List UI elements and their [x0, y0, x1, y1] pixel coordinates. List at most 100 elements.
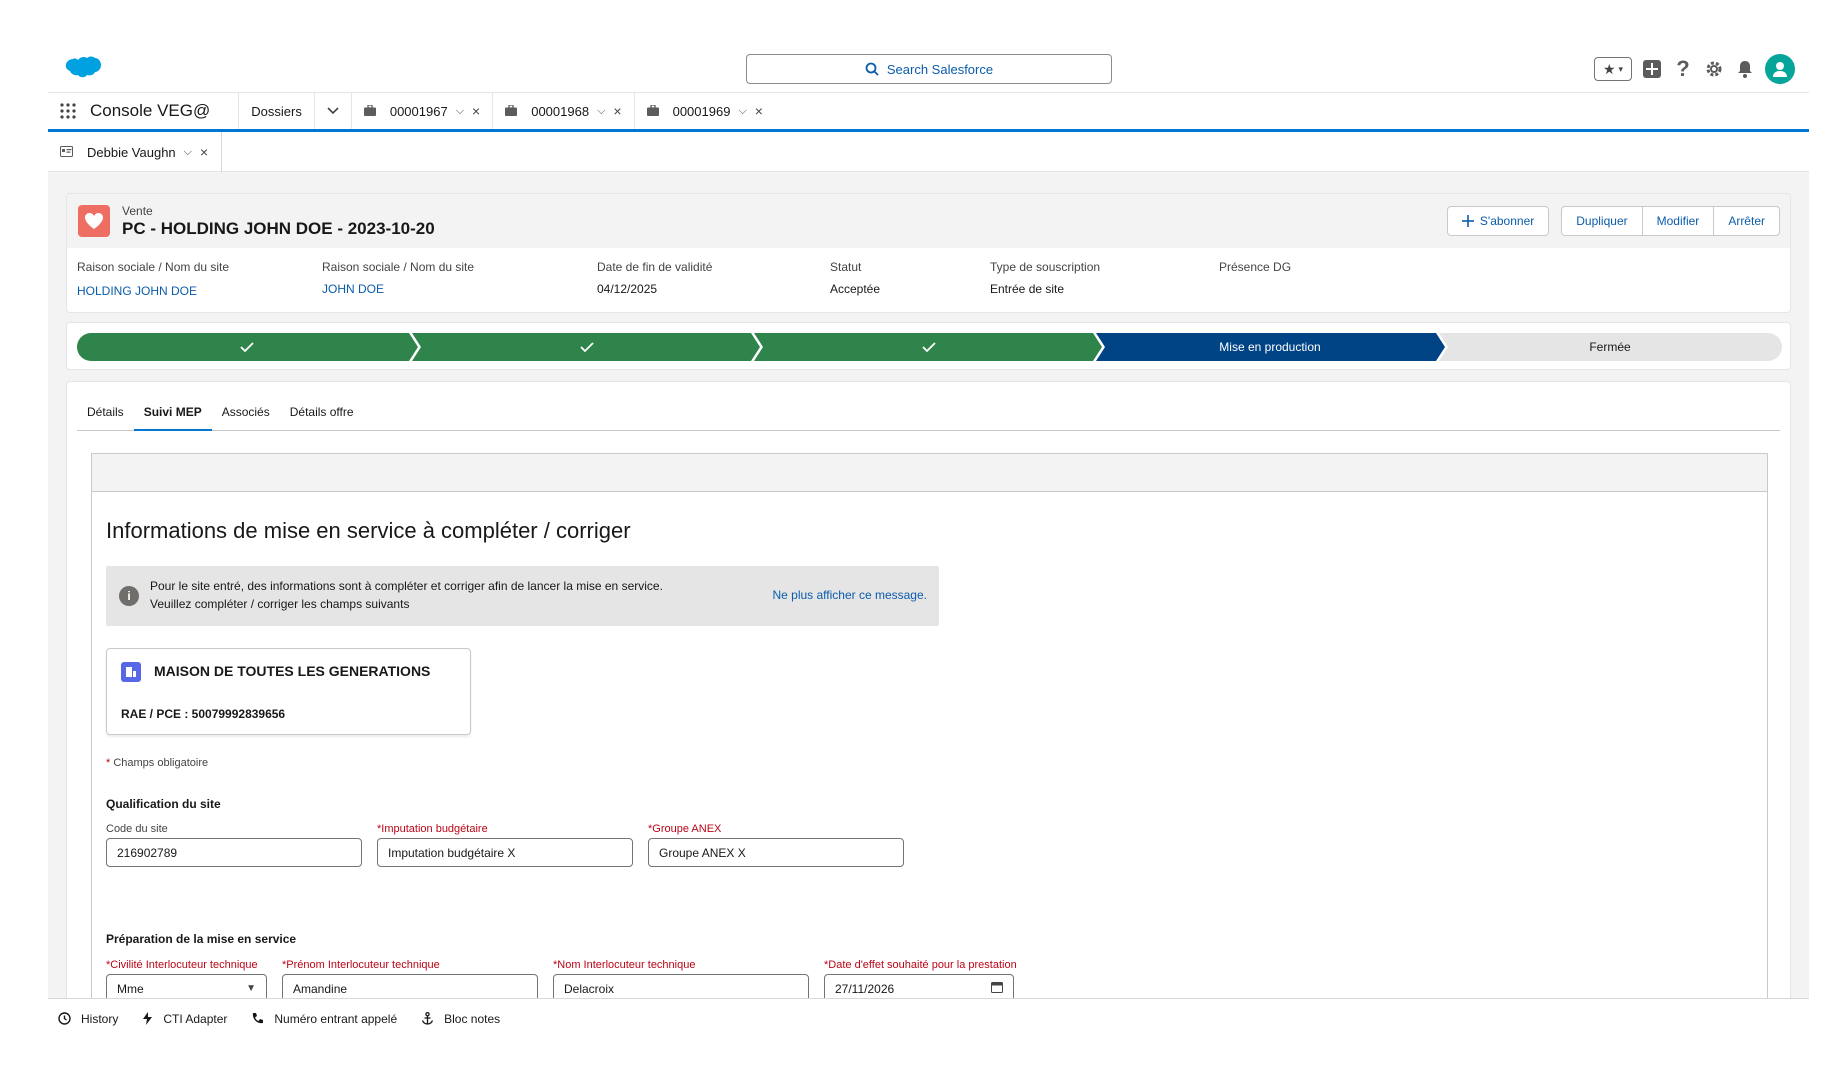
record-tab-00001969[interactable]: 00001969 ⌵ × — [633, 93, 775, 129]
object-dropdown-toggle[interactable] — [313, 93, 351, 129]
favorites-icon[interactable]: ★ ▾ — [1594, 57, 1632, 81]
path-stage-current[interactable]: Mise en production — [1096, 333, 1445, 361]
code-site-input[interactable]: 216902789 — [106, 838, 362, 867]
subtab-label: Debbie Vaughn — [87, 144, 176, 160]
utility-label: Numéro entrant appelé — [274, 1011, 398, 1026]
record-tab-00001967[interactable]: 00001967 ⌵ × — [350, 93, 492, 129]
tab-details-offre[interactable]: Détails offre — [280, 394, 364, 430]
edit-button[interactable]: Modifier — [1641, 206, 1715, 236]
main-record-card: Détails Suivi MEP Associés Détails offre… — [66, 381, 1791, 1038]
sales-path: Mise en production Fermée — [66, 322, 1791, 370]
field-value: Acceptée — [830, 282, 881, 296]
record-tab-label: 00001967 — [389, 103, 448, 119]
field-label: Type de souscription — [990, 260, 1101, 274]
highlight-field-raison-sociale-1: Raison sociale / Nom du site HOLDING JOH… — [77, 260, 229, 298]
record-actions: S'abonner Dupliquer Modifier Arrêter — [1446, 206, 1780, 236]
record-tab-label: 00001968 — [531, 103, 590, 119]
record-tab-00001968[interactable]: 00001968 ⌵ × — [492, 93, 633, 129]
calendar-icon[interactable] — [991, 981, 1003, 996]
close-icon[interactable]: × — [200, 144, 208, 160]
salesforce-logo[interactable] — [62, 56, 102, 84]
path-stage-2[interactable] — [412, 333, 760, 361]
utility-cti-adapter[interactable]: CTI Adapter — [142, 1012, 227, 1026]
site-name: MAISON DE TOUTES LES GENERATIONS — [154, 663, 431, 679]
contact-card-icon — [60, 145, 73, 160]
subtab-debbie-vaughn[interactable]: Debbie Vaughn ⌵ × — [48, 132, 222, 172]
close-icon[interactable]: × — [613, 103, 621, 119]
highlight-field-statut: Statut Acceptée — [830, 260, 880, 296]
global-header: Search Salesforce ★ ▾ ? — [48, 48, 1809, 92]
date-effet-value: 27/11/2026 — [835, 981, 895, 996]
close-icon[interactable]: × — [755, 103, 763, 119]
code-site-field: Code du site 216902789 — [106, 823, 362, 867]
dismiss-message-link[interactable]: Ne plus afficher ce message. — [772, 588, 927, 602]
utility-history[interactable]: History — [58, 1012, 118, 1026]
info-banner: i Pour le site entré, des informations s… — [106, 566, 939, 626]
civilite-field: *Civilité Interlocuteur technique Mme ▼ — [106, 959, 267, 1003]
record-tab-label: 00001969 — [672, 103, 731, 119]
highlight-field-date-fin: Date de fin de validité 04/12/2025 — [597, 260, 712, 296]
path-stage-1[interactable] — [77, 333, 418, 361]
tab-associes[interactable]: Associés — [212, 394, 280, 430]
setup-gear-icon[interactable] — [1703, 58, 1725, 80]
help-icon[interactable]: ? — [1672, 56, 1694, 81]
lightning-icon — [143, 1012, 153, 1025]
subscribe-label: S'abonner — [1479, 214, 1535, 228]
info-message-line1: Pour le site entré, des informations son… — [150, 579, 663, 593]
path-stage-closed[interactable]: Fermée — [1439, 333, 1782, 361]
utility-bloc-notes[interactable]: Bloc notes — [421, 1012, 500, 1026]
civilite-value: Mme — [117, 981, 144, 996]
object-type-label: Vente — [122, 204, 153, 218]
utility-label: History — [81, 1011, 119, 1026]
caret-down-icon: ▼ — [246, 983, 256, 994]
info-icon: i — [119, 586, 139, 606]
record-tabset: Détails Suivi MEP Associés Détails offre — [77, 394, 1780, 431]
field-value-link[interactable]: JOHN DOE — [322, 282, 474, 296]
object-dropdown-label: Dossiers — [251, 103, 302, 119]
global-search[interactable]: Search Salesforce — [746, 54, 1112, 84]
field-value-link[interactable]: HOLDING JOHN DOE — [77, 284, 229, 298]
imputation-field: *Imputation budgétaire Imputation budgét… — [377, 823, 633, 867]
groupe-anex-field: *Groupe ANEX Groupe ANEX X — [648, 823, 904, 867]
user-avatar[interactable] — [1765, 54, 1795, 84]
notifications-bell-icon[interactable] — [1734, 58, 1756, 80]
console-frame: Search Salesforce ★ ▾ ? Console VEG@ Dos… — [48, 48, 1809, 1038]
path-stage-3[interactable] — [754, 333, 1102, 361]
tab-details[interactable]: Détails — [77, 394, 134, 430]
add-icon[interactable] — [1641, 58, 1663, 80]
chevron-down-icon[interactable]: ⌵ — [184, 146, 192, 159]
site-card: MAISON DE TOUTES LES GENERATIONS RAE / P… — [106, 648, 471, 735]
briefcase-icon — [505, 103, 518, 119]
chevron-down-icon — [327, 107, 339, 115]
action-button-group: Dupliquer Modifier Arrêter — [1561, 206, 1780, 236]
duplicate-button[interactable]: Dupliquer — [1561, 206, 1643, 236]
record-highlights: Vente PC - HOLDING JOHN DOE - 2023-10-20… — [66, 193, 1791, 313]
field-label: Raison sociale / Nom du site — [322, 260, 475, 274]
field-label: Raison sociale / Nom du site — [77, 260, 230, 274]
plus-icon — [1461, 215, 1474, 227]
stop-button[interactable]: Arrêter — [1713, 206, 1780, 236]
path-stage-label: Mise en production — [1219, 340, 1320, 354]
building-icon — [121, 662, 141, 682]
date-effet-label: *Date d'effet souhaité pour la prestatio… — [824, 959, 1017, 971]
chevron-down-icon[interactable]: ⌵ — [456, 105, 464, 118]
chevron-down-icon[interactable]: ⌵ — [597, 105, 605, 118]
close-icon[interactable]: × — [472, 103, 480, 119]
chevron-down-icon[interactable]: ⌵ — [738, 105, 746, 118]
mep-panel: Informations de mise en service à complé… — [91, 453, 1768, 1038]
briefcase-icon — [646, 103, 659, 119]
utility-label: Bloc notes — [444, 1011, 501, 1026]
path-stage-label: Fermée — [1589, 340, 1631, 354]
tab-suivi-mep[interactable]: Suivi MEP — [133, 394, 212, 431]
imputation-input[interactable]: Imputation budgétaire X — [377, 838, 633, 867]
utility-label: CTI Adapter — [163, 1011, 228, 1026]
subscribe-button[interactable]: S'abonner — [1446, 206, 1550, 236]
object-dropdown[interactable]: Dossiers — [238, 93, 314, 129]
utility-numero-entrant[interactable]: Numéro entrant appelé — [251, 1012, 397, 1026]
app-launcher-icon[interactable] — [48, 93, 88, 129]
groupe-anex-input[interactable]: Groupe ANEX X — [648, 838, 904, 867]
record-title: PC - HOLDING JOHN DOE - 2023-10-20 — [122, 219, 435, 238]
subtab-bar: Debbie Vaughn ⌵ × — [48, 132, 1809, 172]
path-stages: Mise en production Fermée — [77, 333, 1782, 361]
civilite-label: *Civilité Interlocuteur technique — [106, 959, 258, 971]
